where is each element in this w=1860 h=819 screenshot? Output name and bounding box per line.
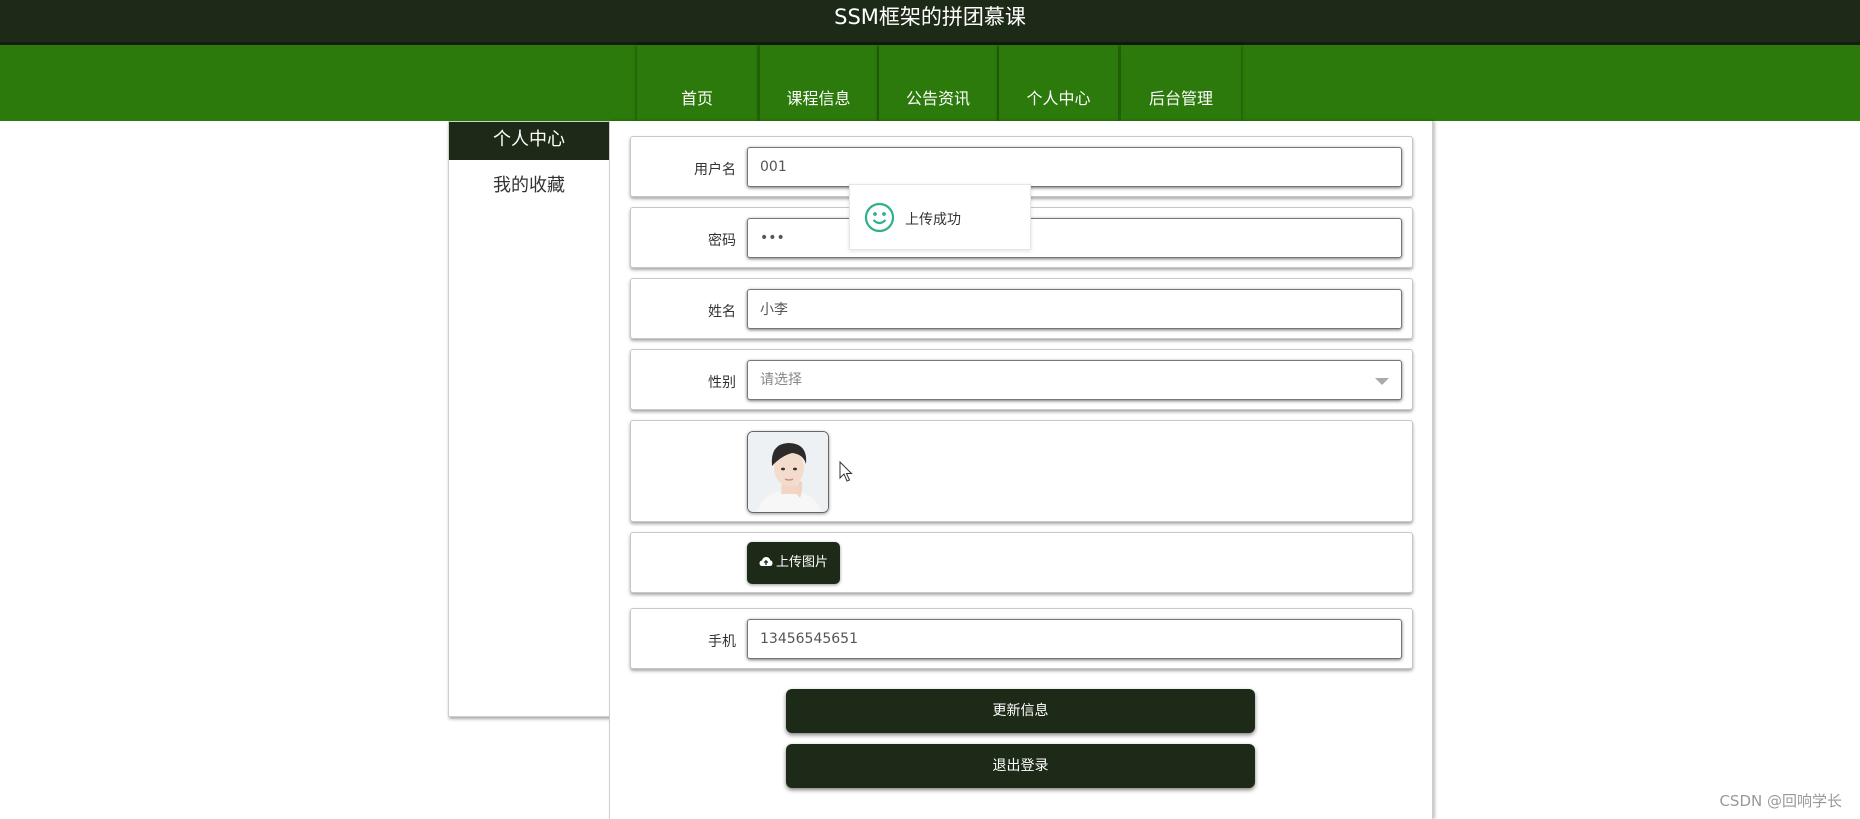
phone-label: 手机 [708, 634, 736, 650]
avatar-photo [748, 432, 828, 512]
upload-success-toast: 上传成功 [849, 184, 1031, 250]
chevron-down-icon [1375, 378, 1389, 385]
upload-image-button[interactable]: 上传图片 [747, 542, 840, 584]
password-label: 密码 [708, 233, 736, 249]
site-title: SSM框架的拼团慕课 [834, 5, 1026, 29]
nav-courses[interactable]: 课程信息 [760, 45, 877, 121]
gender-label: 性别 [708, 375, 736, 391]
sidebar: 个人中心 我的收藏 [448, 121, 610, 717]
username-input[interactable] [747, 147, 1402, 187]
sidebar-item-favorites[interactable]: 我的收藏 [449, 166, 609, 206]
toast-message: 上传成功 [905, 212, 961, 228]
name-input[interactable] [747, 289, 1402, 329]
gender-select[interactable]: 请选择 [747, 360, 1402, 400]
avatar-row [630, 420, 1413, 522]
nav-home[interactable]: 首页 [637, 45, 757, 121]
gender-placeholder: 请选择 [760, 372, 802, 388]
watermark: CSDN @回响学长 [1719, 792, 1842, 810]
smiley-icon [864, 202, 895, 233]
gender-row: 性别 请选择 [630, 349, 1413, 410]
logout-button[interactable]: 退出登录 [786, 744, 1255, 788]
avatar-image[interactable] [747, 431, 829, 513]
upload-image-label: 上传图片 [775, 555, 828, 570]
sidebar-item-personal-center[interactable]: 个人中心 [449, 122, 609, 160]
name-row: 姓名 [630, 278, 1413, 339]
nav-personal-center[interactable]: 个人中心 [999, 45, 1118, 121]
name-label: 姓名 [708, 304, 736, 320]
main-nav: 首页 课程信息 公告资讯 个人中心 后台管理 [0, 45, 1860, 121]
nav-news[interactable]: 公告资讯 [879, 45, 997, 121]
username-label: 用户名 [694, 162, 736, 178]
header-bar: SSM框架的拼团慕课 [0, 0, 1860, 45]
update-info-button[interactable]: 更新信息 [786, 689, 1255, 733]
nav-admin[interactable]: 后台管理 [1121, 45, 1241, 121]
phone-row: 手机 [630, 608, 1413, 669]
mouse-cursor-icon [839, 461, 853, 482]
upload-row: 上传图片 [630, 532, 1413, 593]
phone-input[interactable] [747, 619, 1402, 659]
password-input[interactable]: ••• [747, 218, 1402, 258]
cloud-upload-icon [759, 557, 773, 566]
